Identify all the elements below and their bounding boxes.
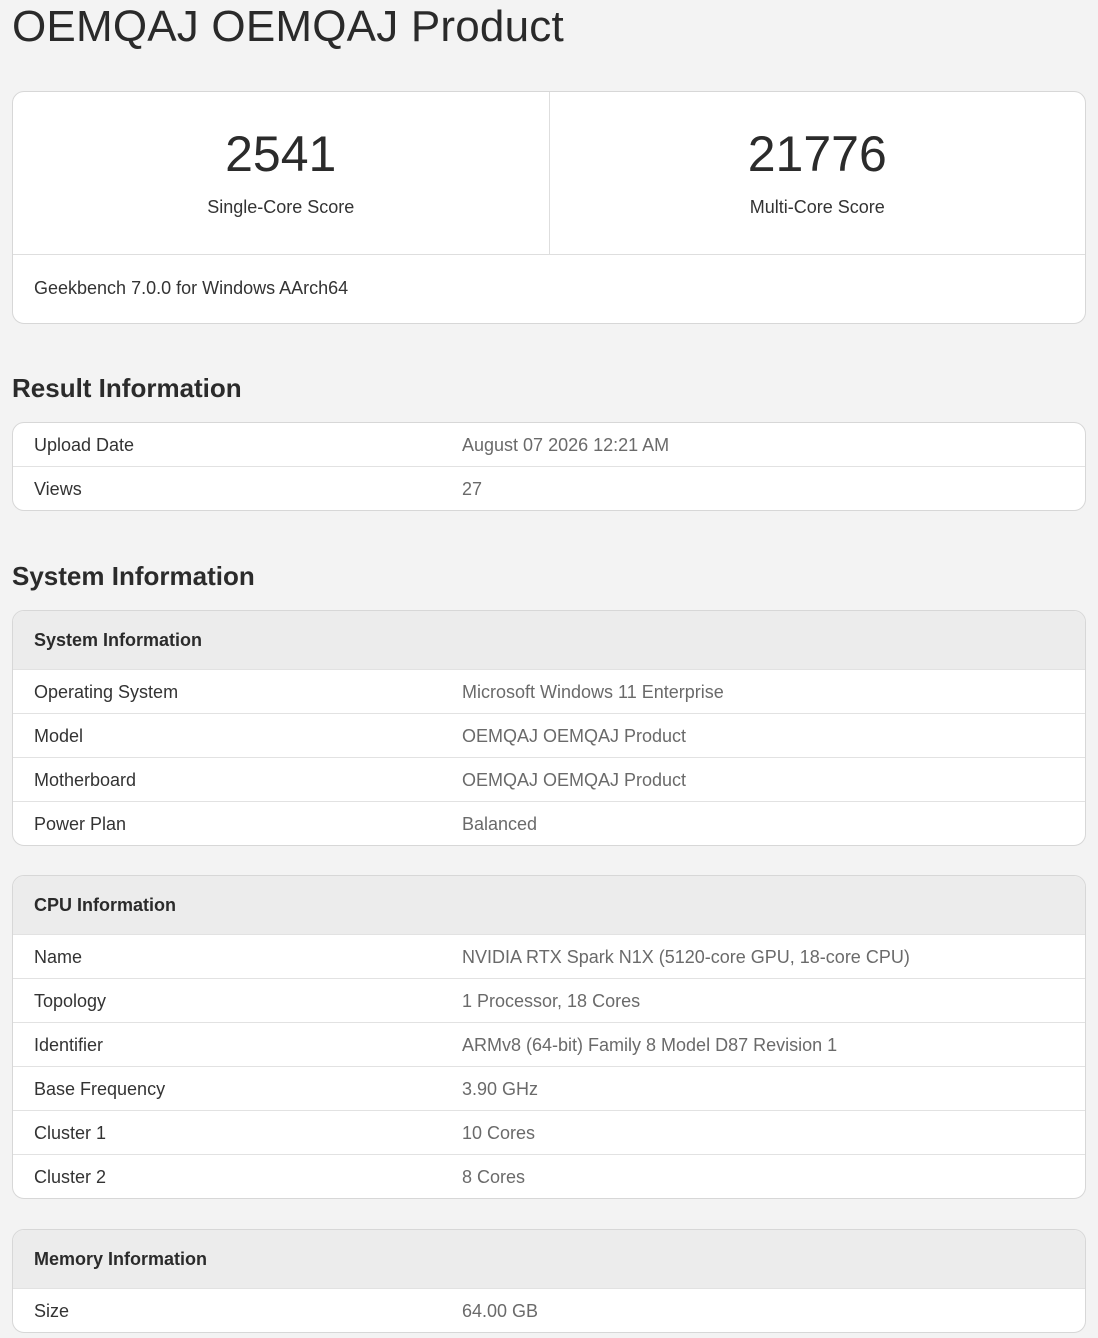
system-information-table: Operating System Microsoft Windows 11 En…: [13, 670, 1085, 845]
row-key: Upload Date: [34, 434, 135, 455]
row-value: NVIDIA RTX Spark N1X (5120-core GPU, 18-…: [462, 946, 910, 967]
row-value: 1 Processor, 18 Cores: [441, 978, 1085, 1023]
row-key: Power Plan: [13, 801, 441, 845]
row-key: Topology: [13, 978, 441, 1023]
row-key: Size: [34, 1300, 70, 1321]
row-key: Identifier: [13, 1022, 441, 1067]
multi-core-score-label: Multi-Core Score: [749, 197, 885, 217]
card-header: System Information: [13, 611, 1085, 670]
row-key: Cluster 2: [13, 1154, 441, 1198]
benchmark-version: Geekbench 7.0.0 for Windows AArch64: [34, 278, 349, 298]
row-value: 64.00 GB: [462, 1300, 539, 1321]
single-core-cell: 2541 Single-Core Score: [13, 92, 549, 254]
score-card: 2541 Single-Core Score 21776 Multi-Core …: [12, 91, 1086, 324]
row-key: Base Frequency: [13, 1066, 441, 1111]
single-core-score-label: Single-Core Score: [207, 197, 355, 217]
multi-core-score-value: 21776: [747, 126, 887, 182]
row-value: 8 Cores: [441, 1154, 1085, 1198]
table-row: Cluster 2 8 Cores: [13, 1154, 1085, 1198]
row-value: ARMv8 (64-bit) Family 8 Model D87 Revisi…: [441, 1022, 1085, 1067]
table-row: Views 27: [13, 466, 1085, 510]
row-key: Motherboard: [13, 757, 441, 802]
result-information-table: Upload Date August 07 2026 12:21 AM View…: [13, 423, 1085, 510]
score-row: 2541 Single-Core Score 21776 Multi-Core …: [13, 92, 1085, 255]
row-key: Name: [34, 946, 83, 967]
row-value: OEMQAJ OEMQAJ Product: [441, 757, 1085, 802]
table-row: Motherboard OEMQAJ OEMQAJ Product: [13, 757, 1085, 802]
row-value: Balanced: [441, 801, 1085, 845]
system-information-title: System Information: [12, 561, 255, 591]
table-row: Topology 1 Processor, 18 Cores: [13, 978, 1085, 1023]
table-row: Model OEMQAJ OEMQAJ Product: [13, 713, 1085, 758]
table-row: Size 64.00 GB: [13, 1289, 1085, 1332]
page-title: OEMQAJ OEMQAJ Product: [12, 2, 564, 51]
memory-information-table: Size 64.00 GB: [13, 1289, 1085, 1332]
table-row: Cluster 1 10 Cores: [13, 1110, 1085, 1155]
memory-information-card: Memory Information Size 64.00 GB: [12, 1229, 1086, 1333]
table-row: Operating System Microsoft Windows 11 En…: [13, 670, 1085, 714]
cpu-information-card: CPU Information Name NVIDIA RTX Spark N1…: [12, 875, 1086, 1199]
row-key: Model: [13, 713, 441, 758]
row-value: 27: [441, 466, 1085, 510]
row-key: Views: [13, 466, 441, 510]
result-information-title: Result Information: [12, 373, 242, 403]
row-key: Cluster 1: [13, 1110, 441, 1155]
row-value: 10 Cores: [441, 1110, 1085, 1155]
row-value: Microsoft Windows 11 Enterprise: [462, 681, 724, 702]
table-row: Power Plan Balanced: [13, 801, 1085, 845]
single-core-score-value: 2541: [225, 126, 337, 182]
row-value: August 07 2026 12:21 AM: [462, 434, 670, 455]
row-value: OEMQAJ OEMQAJ Product: [441, 713, 1085, 758]
row-key: Operating System: [34, 681, 179, 702]
card-header: Memory Information: [13, 1230, 1085, 1289]
cpu-information-table: Name NVIDIA RTX Spark N1X (5120-core GPU…: [13, 935, 1085, 1198]
system-information-card: System Information Operating System Micr…: [12, 610, 1086, 846]
result-information-card: Upload Date August 07 2026 12:21 AM View…: [12, 422, 1086, 511]
card-header: CPU Information: [13, 876, 1085, 935]
multi-core-cell: 21776 Multi-Core Score: [548, 92, 1086, 254]
table-row: Base Frequency 3.90 GHz: [13, 1066, 1085, 1111]
row-value: 3.90 GHz: [441, 1066, 1085, 1111]
table-row: Name NVIDIA RTX Spark N1X (5120-core GPU…: [13, 935, 1085, 979]
table-row: Upload Date August 07 2026 12:21 AM: [13, 423, 1085, 467]
table-row: Identifier ARMv8 (64-bit) Family 8 Model…: [13, 1022, 1085, 1067]
